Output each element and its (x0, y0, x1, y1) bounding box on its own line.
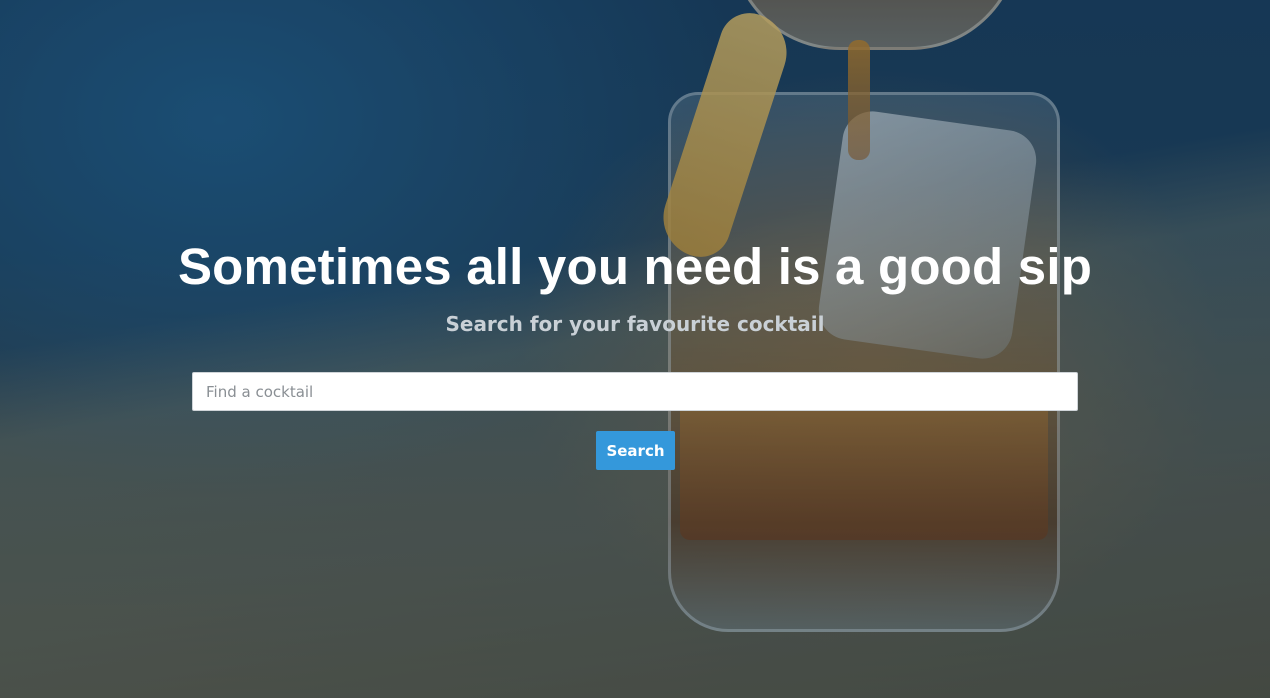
cocktail-search-input[interactable] (192, 372, 1078, 411)
hero-content: Sometimes all you need is a good sip Sea… (0, 0, 1270, 698)
hero-headline: Sometimes all you need is a good sip (177, 238, 1093, 295)
search-button[interactable]: Search (596, 431, 675, 470)
hero-subheadline: Search for your favourite cocktail (445, 312, 825, 336)
hero-section: Sometimes all you need is a good sip Sea… (0, 0, 1270, 698)
